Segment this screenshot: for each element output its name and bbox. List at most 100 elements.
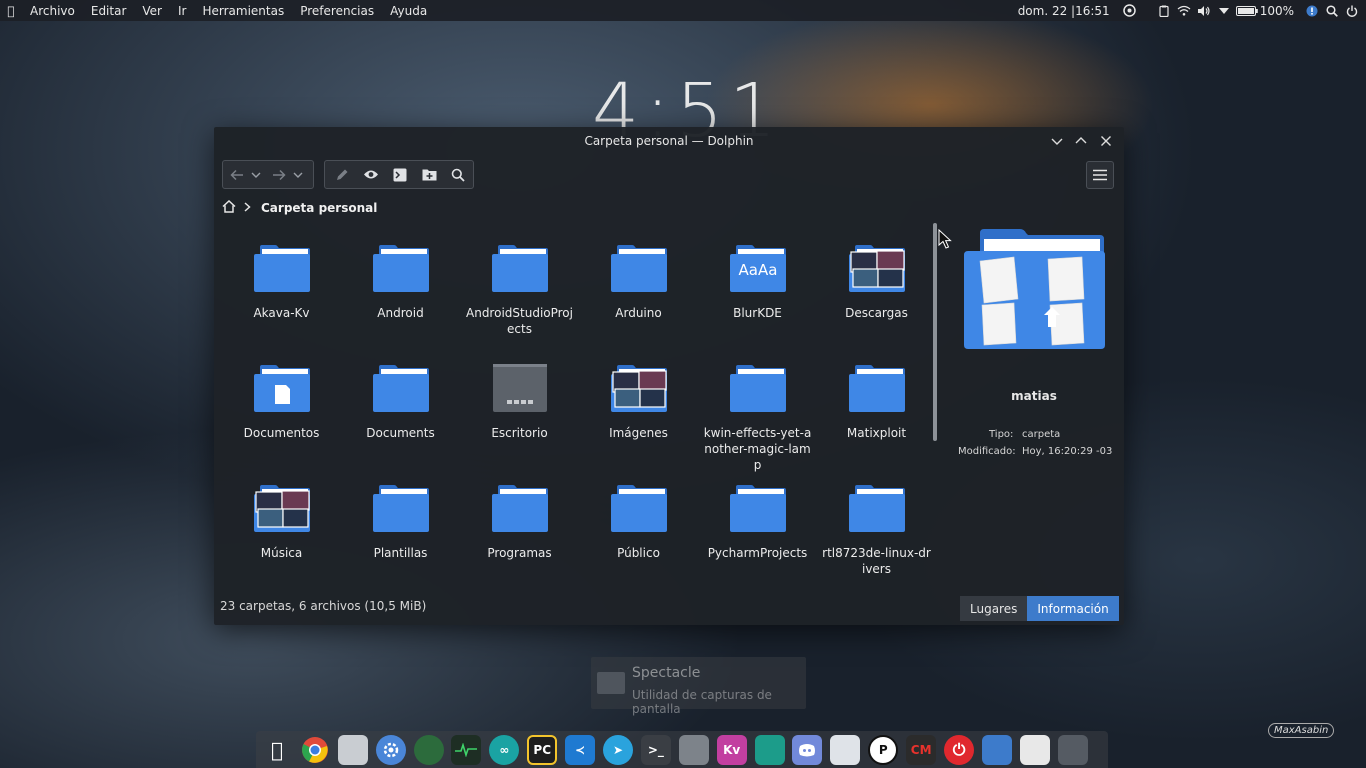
file-item[interactable]: Descargas	[817, 227, 936, 347]
apple-icon[interactable]: 	[262, 735, 292, 765]
trash-icon[interactable]	[1019, 734, 1050, 765]
file-item-label: PycharmProjects	[707, 546, 808, 560]
terminal-icon[interactable]: >_	[640, 734, 671, 765]
arduino-icon[interactable]: ∞	[489, 734, 520, 765]
info-type-value: carpeta	[1022, 429, 1061, 440]
globe-icon[interactable]	[413, 734, 444, 765]
folder-icon	[491, 361, 549, 413]
file-item[interactable]: AndroidStudioProjects	[460, 227, 579, 347]
kv-icon[interactable]: Kv	[716, 734, 747, 765]
dock:  ∞ PC ≺ ➤ >_ Kv P CM ⏻	[256, 731, 1108, 768]
file-item[interactable]: Documents	[341, 347, 460, 467]
preview-eye-icon[interactable]	[360, 164, 381, 186]
files-icon[interactable]	[337, 734, 368, 765]
file-item-label: AndroidStudioProjects	[466, 306, 573, 336]
back-history-chevron-icon[interactable]	[248, 164, 264, 186]
file-item[interactable]: Público	[579, 467, 698, 587]
folder-icon	[253, 241, 311, 293]
file-item[interactable]: AaAa BlurKDE	[698, 227, 817, 347]
menu-ayuda[interactable]: Ayuda	[382, 4, 435, 18]
installer-icon[interactable]	[830, 734, 861, 765]
file-item[interactable]: Matixploit	[817, 347, 936, 467]
top-panel:  Archivo Editar Ver Ir Herramientas Pre…	[0, 0, 1366, 21]
file-item[interactable]: Akava-Kv	[222, 227, 341, 347]
notifications-icon[interactable]	[1302, 0, 1322, 21]
folder-icon	[610, 241, 668, 293]
window-icon[interactable]	[1057, 734, 1088, 765]
panel-clock[interactable]: dom. 22 |16:51	[1018, 4, 1110, 18]
file-item-label: BlurKDE	[733, 306, 782, 320]
close-icon[interactable]	[1097, 132, 1115, 150]
search-icon[interactable]	[448, 164, 469, 186]
folder-icon	[848, 481, 906, 533]
wifi-icon[interactable]	[1174, 0, 1194, 21]
caret-down-icon[interactable]	[1214, 0, 1234, 21]
file-item[interactable]: kwin-effects-yet-another-magic-lamp	[698, 347, 817, 472]
breadcrumb-current[interactable]: Carpeta personal	[261, 201, 377, 215]
new-folder-icon[interactable]	[419, 164, 440, 186]
menu-editar[interactable]: Editar	[83, 4, 135, 18]
system-monitor-icon[interactable]	[451, 734, 482, 765]
menu-preferencias[interactable]: Preferencias	[292, 4, 382, 18]
power-icon[interactable]	[1342, 0, 1362, 21]
settings-icon[interactable]	[375, 734, 406, 765]
scrollbar[interactable]	[933, 223, 937, 441]
back-arrow-icon[interactable]	[226, 164, 248, 186]
file-item[interactable]: Imágenes	[579, 347, 698, 467]
search-icon[interactable]	[1322, 0, 1342, 21]
menu-ver[interactable]: Ver	[134, 4, 170, 18]
file-item[interactable]: Escritorio	[460, 347, 579, 467]
folder-icon	[491, 481, 549, 533]
telegram-icon[interactable]: ➤	[603, 734, 634, 765]
file-item[interactable]: Plantillas	[341, 467, 460, 587]
file-item-label: Matixploit	[846, 426, 907, 440]
file-item[interactable]: Programas	[460, 467, 579, 587]
spectacle-icon	[597, 672, 625, 694]
file-item[interactable]: Arduino	[579, 227, 698, 347]
vscode-icon-text: ≺	[575, 742, 586, 757]
file-item-label: Descargas	[845, 306, 908, 320]
folder-icon	[610, 481, 668, 533]
apple-menu-icon[interactable]: 	[0, 4, 22, 18]
battery-icon[interactable]	[1234, 0, 1260, 21]
device-icon[interactable]	[754, 734, 785, 765]
vscode-icon[interactable]: ≺	[565, 734, 596, 765]
file-item[interactable]: Documentos	[222, 347, 341, 467]
screen-icon[interactable]	[678, 734, 709, 765]
forward-history-chevron-icon[interactable]	[290, 164, 306, 186]
minimize-icon[interactable]	[1048, 132, 1066, 150]
folder-icon	[253, 481, 311, 533]
power-icon[interactable]: ⏻	[944, 734, 975, 765]
tab-information[interactable]: Información	[1027, 596, 1119, 621]
navigation-group	[222, 160, 314, 189]
file-item[interactable]: Android	[341, 227, 460, 347]
file-item[interactable]: PycharmProjects	[698, 467, 817, 587]
home-icon[interactable]	[222, 199, 236, 216]
pb-icon[interactable]: P	[868, 734, 899, 765]
edit-pencil-icon[interactable]	[331, 164, 352, 186]
discord-icon[interactable]	[792, 734, 823, 765]
clipboard-icon[interactable]	[1154, 0, 1174, 21]
home-folder-icon[interactable]	[981, 734, 1012, 765]
tab-places[interactable]: Lugares	[960, 596, 1028, 621]
chrome-icon[interactable]	[300, 735, 330, 765]
pycharm-icon[interactable]: PC	[527, 734, 558, 765]
pycharm-icon-text: PC	[533, 742, 552, 757]
folder-icon	[729, 481, 787, 533]
info-modified-label: Modificado:	[958, 446, 1016, 457]
maximize-icon[interactable]	[1072, 132, 1090, 150]
clock-settings-icon[interactable]	[1120, 0, 1140, 21]
terminal-icon[interactable]	[389, 164, 410, 186]
menu-ir[interactable]: Ir	[170, 4, 194, 18]
info-type-label: Tipo:	[989, 429, 1014, 440]
menu-herramientas[interactable]: Herramientas	[194, 4, 292, 18]
file-item-label: Arduino	[615, 306, 662, 320]
menu-archivo[interactable]: Archivo	[22, 4, 83, 18]
volume-icon[interactable]	[1194, 0, 1214, 21]
forward-arrow-icon[interactable]	[268, 164, 290, 186]
file-item[interactable]: Música	[222, 467, 341, 587]
hamburger-menu-button[interactable]	[1086, 161, 1114, 189]
file-item[interactable]: rtl8723de-linux-drivers	[817, 467, 936, 587]
cm-icon[interactable]: CM	[906, 734, 937, 765]
title-bar[interactable]: Carpeta personal — Dolphin	[214, 127, 1124, 155]
